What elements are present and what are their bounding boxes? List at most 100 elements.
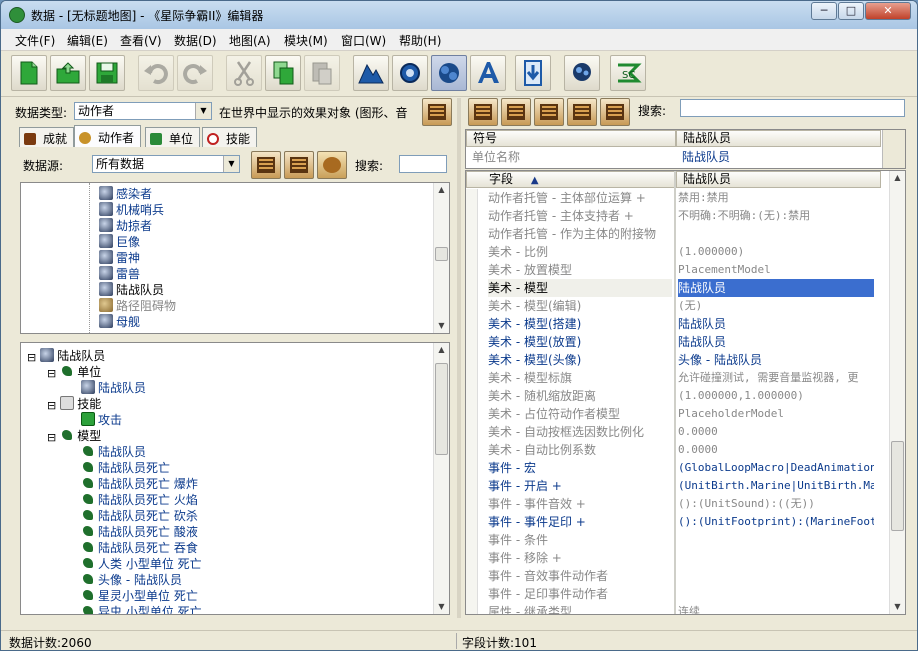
tree-node[interactable]: 头像 - 陆战队员 xyxy=(67,571,182,587)
scroll-up-icon[interactable]: ▲ xyxy=(434,183,449,197)
column-divider[interactable] xyxy=(674,171,676,614)
list-item[interactable]: 陆战队员 xyxy=(99,281,164,297)
menu-data[interactable]: 数据(D) xyxy=(174,32,217,49)
undo-button[interactable] xyxy=(138,55,174,91)
table-row[interactable]: 单位名称 陆战队员 xyxy=(466,148,886,166)
tree-node[interactable]: 异虫 小型单位 死亡 xyxy=(67,603,202,615)
data-editor-button[interactable] xyxy=(431,55,467,91)
list-scrollbar[interactable]: ▲ ▼ xyxy=(433,183,449,333)
actor-icon xyxy=(99,266,113,280)
field-view-button-5[interactable] xyxy=(600,98,630,126)
scroll-thumb[interactable] xyxy=(891,441,904,531)
tree-node[interactable]: 星灵小型单位 死亡 xyxy=(67,587,198,603)
scroll-thumb[interactable] xyxy=(435,363,448,455)
view-tree-button[interactable] xyxy=(284,151,314,179)
field-view-button-3[interactable] xyxy=(534,98,564,126)
tab-achievements[interactable]: 成就 xyxy=(19,127,75,147)
menu-map[interactable]: 地图(A) xyxy=(229,32,271,49)
copy-button[interactable] xyxy=(265,55,301,91)
tree-node[interactable]: 陆战队员 xyxy=(67,379,146,395)
field-view-button-1[interactable] xyxy=(468,98,498,126)
tree-node[interactable]: ⊟ 模型 xyxy=(47,427,101,444)
scroll-down-icon[interactable]: ▼ xyxy=(434,600,449,614)
tree-node[interactable]: 陆战队员死亡 砍杀 xyxy=(67,507,198,523)
scroll-thumb[interactable] xyxy=(435,247,448,261)
new-button[interactable] xyxy=(11,55,47,91)
list-item[interactable]: 巨像 xyxy=(99,233,140,249)
menu-edit[interactable]: 编辑(E) xyxy=(67,32,108,49)
datatype-select[interactable]: 动作者 ▼ xyxy=(74,102,212,120)
tree-node[interactable]: ⊟ 单位 xyxy=(47,363,101,380)
list-item[interactable]: 劫掠者 xyxy=(99,217,152,233)
trigger-editor-button[interactable] xyxy=(392,55,428,91)
open-button[interactable] xyxy=(50,55,86,91)
list-item[interactable]: 母舰 xyxy=(99,313,140,329)
list-item[interactable]: 机械哨兵 xyxy=(99,201,164,217)
tree-node[interactable]: 陆战队员死亡 火焰 xyxy=(67,491,198,507)
tree-node[interactable]: 陆战队员死亡 酸液 xyxy=(67,523,198,539)
tree-node[interactable]: 陆战队员死亡 xyxy=(67,459,170,475)
menu-module[interactable]: 模块(M) xyxy=(284,32,328,49)
datasource-select[interactable]: 所有数据 ▼ xyxy=(92,155,240,173)
tree-node[interactable]: 陆战队员死亡 爆炸 xyxy=(67,475,198,491)
tree-node[interactable]: 人类 小型单位 死亡 xyxy=(67,555,202,571)
redo-button[interactable] xyxy=(177,55,213,91)
list-item[interactable]: 雷兽 xyxy=(99,265,140,281)
text-editor-button[interactable] xyxy=(470,55,506,91)
import-button[interactable] xyxy=(515,55,551,91)
scroll-up-icon[interactable]: ▲ xyxy=(434,343,449,357)
table-corner xyxy=(882,130,905,168)
paste-button[interactable] xyxy=(304,55,340,91)
actor-filter-button[interactable] xyxy=(317,151,347,179)
menu-file[interactable]: 文件(F) xyxy=(15,32,55,49)
field-view-button-4[interactable] xyxy=(567,98,597,126)
datatype-options-button[interactable] xyxy=(422,98,452,126)
symbol-column-header[interactable]: 符号 xyxy=(466,130,676,147)
tree-node[interactable]: 陆战队员 xyxy=(67,443,146,459)
list-item[interactable]: 感染者 xyxy=(99,185,152,201)
tree-node[interactable]: 陆战队员死亡 吞食 xyxy=(67,539,198,555)
scroll-up-icon[interactable]: ▲ xyxy=(890,171,905,185)
close-button[interactable]: ✕ xyxy=(865,2,911,20)
list-item[interactable]: 雷神 xyxy=(99,249,140,265)
field-name: 事件 - 音效事件动作者 xyxy=(488,569,608,583)
cut-button[interactable] xyxy=(226,55,262,91)
minimize-button[interactable]: ─ xyxy=(811,2,837,20)
ai-icon xyxy=(573,63,591,81)
field-name: 动作者托管 - 作为主体的附接物 xyxy=(488,227,656,241)
script-editor-button[interactable]: SC xyxy=(610,55,646,91)
title-bar[interactable]: 数据 - [无标题地图] - 《星际争霸II》编辑器 ─ □ ✕ xyxy=(1,1,917,29)
pane-splitter[interactable] xyxy=(457,98,461,618)
ai-editor-button[interactable] xyxy=(564,55,600,91)
tree-node[interactable]: ⊟ 陆战队员 xyxy=(27,347,105,364)
maximize-button[interactable]: □ xyxy=(838,2,864,20)
left-search-input[interactable] xyxy=(399,155,447,173)
menu-help[interactable]: 帮助(H) xyxy=(399,32,441,49)
model-icon xyxy=(81,460,95,474)
menu-window[interactable]: 窗口(W) xyxy=(341,32,386,49)
collapse-icon[interactable]: ⊟ xyxy=(47,398,57,412)
tree-node[interactable]: ⊟ 技能 xyxy=(47,395,101,412)
tab-abilities[interactable]: 技能 xyxy=(202,127,258,147)
view-list-button[interactable] xyxy=(251,151,281,179)
tree-scrollbar[interactable]: ▲ ▼ xyxy=(433,343,449,614)
terrain-editor-button[interactable] xyxy=(353,55,389,91)
tree-node[interactable]: 攻击 xyxy=(67,411,122,427)
window-title: 数据 - [无标题地图] - 《星际争霸II》编辑器 xyxy=(31,9,264,23)
save-button[interactable] xyxy=(89,55,125,91)
collapse-icon[interactable]: ⊟ xyxy=(27,350,37,364)
object-column-header[interactable]: 陆战队员 xyxy=(676,130,881,147)
field-view-button-2[interactable] xyxy=(501,98,531,126)
actor-icon xyxy=(99,298,113,312)
menu-view[interactable]: 查看(V) xyxy=(120,32,162,49)
tab-actors[interactable]: 动作者 xyxy=(74,125,142,147)
tree-node-label: 异虫 小型单位 死亡 xyxy=(98,604,202,615)
tab-units[interactable]: 单位 xyxy=(145,127,201,147)
collapse-icon[interactable]: ⊟ xyxy=(47,366,57,380)
scroll-down-icon[interactable]: ▼ xyxy=(434,319,449,333)
collapse-icon[interactable]: ⊟ xyxy=(47,430,57,444)
field-scrollbar[interactable]: ▲ ▼ xyxy=(889,171,905,614)
right-search-input[interactable] xyxy=(680,99,905,117)
list-item[interactable]: 路径阻碍物 xyxy=(99,297,176,313)
scroll-down-icon[interactable]: ▼ xyxy=(890,600,905,614)
